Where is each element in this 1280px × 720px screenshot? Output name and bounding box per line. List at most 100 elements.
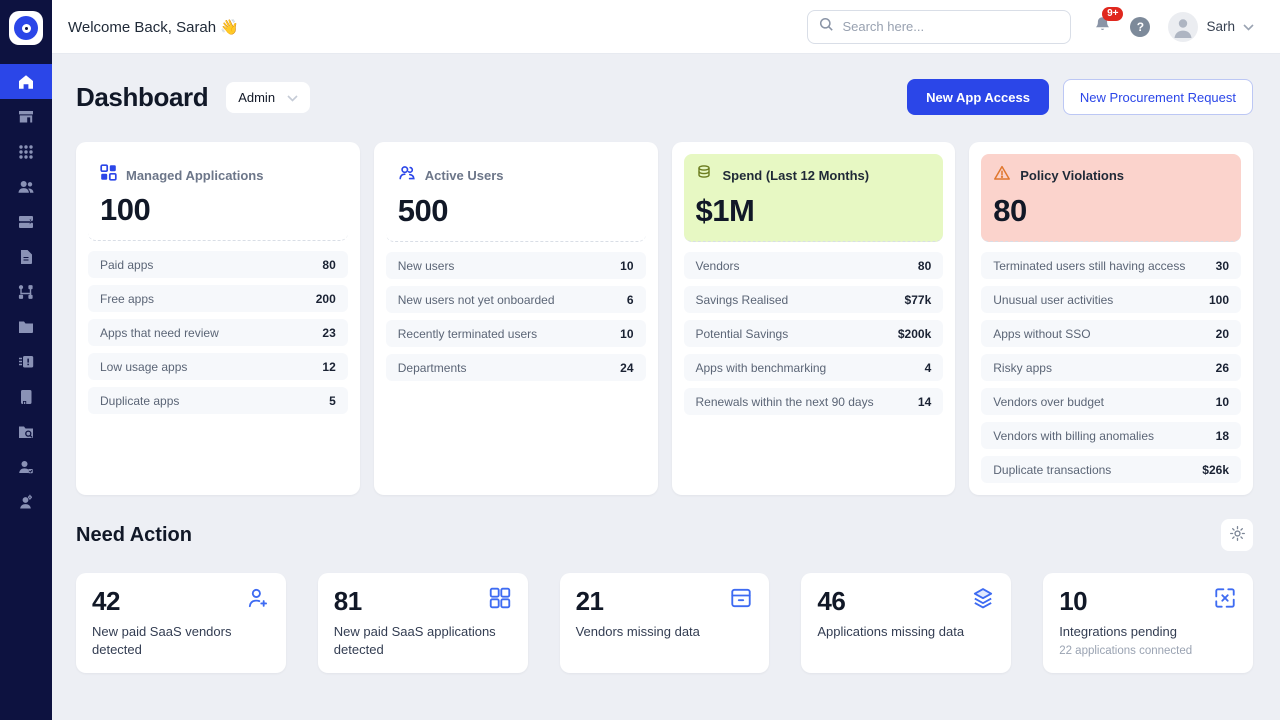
bell-icon — [1093, 21, 1112, 38]
stat-card-spend: Spend (Last 12 Months) $1M Vendors80 Sav… — [672, 142, 956, 495]
stat-row: Renewals within the next 90 days14 — [684, 388, 944, 415]
stat-row: Vendors over budget10 — [981, 388, 1241, 415]
stat-row: Vendors with billing anomalies18 — [981, 422, 1241, 449]
user-settings-icon — [17, 493, 35, 511]
topbar: Welcome Back, Sarah 👋 9+ ? Sarh — [52, 0, 1280, 54]
action-card-vendors-missing-data[interactable]: 21 Vendors missing data — [560, 573, 770, 673]
brand-logo[interactable] — [0, 0, 52, 56]
sidebar-item-apps[interactable] — [0, 134, 52, 169]
need-action-section: Need Action 42 New paid SaaS vendors det… — [76, 519, 1253, 673]
page-title: Dashboard — [76, 82, 208, 113]
search-box[interactable] — [807, 10, 1071, 44]
sidebar-item-audit[interactable] — [0, 414, 52, 449]
stat-row: Apps that need review23 — [88, 319, 348, 346]
action-card-label: New paid SaaS applications detected — [334, 623, 512, 660]
notification-badge: 9+ — [1102, 7, 1123, 21]
devices-icon — [17, 213, 35, 231]
workflow-icon — [17, 283, 35, 301]
action-card-label: Integrations pending — [1059, 623, 1237, 641]
notifications-button[interactable]: 9+ — [1093, 15, 1112, 39]
apps-grid-icon — [17, 143, 35, 161]
chevron-down-icon — [1243, 18, 1254, 36]
action-card-label: Vendors missing data — [576, 623, 754, 641]
user-menu[interactable]: Sarh — [1168, 12, 1254, 42]
sidebar-item-admin[interactable] — [0, 484, 52, 519]
stat-row: Unusual user activities100 — [981, 286, 1241, 313]
stat-row: Apps with benchmarking4 — [684, 354, 944, 381]
sidebar-nav — [0, 64, 52, 519]
action-card-value: 10 — [1059, 586, 1087, 617]
stat-card-title: Active Users — [425, 168, 504, 183]
action-card-new-vendors[interactable]: 42 New paid SaaS vendors detected — [76, 573, 286, 673]
layers-icon — [971, 586, 995, 615]
stat-row: Vendors80 — [684, 252, 944, 279]
coins-icon — [696, 164, 714, 187]
role-selector-value: Admin — [238, 90, 275, 105]
sidebar — [0, 0, 52, 720]
sidebar-item-contracts[interactable] — [0, 379, 52, 414]
search-input[interactable] — [842, 19, 1059, 34]
stat-row: New users10 — [386, 252, 646, 279]
action-card-value: 21 — [576, 586, 604, 617]
sidebar-item-access[interactable] — [0, 449, 52, 484]
help-button[interactable]: ? — [1130, 17, 1150, 37]
action-card-sublabel: 22 applications connected — [1059, 645, 1237, 657]
contracts-icon — [17, 388, 35, 406]
new-app-access-button[interactable]: New App Access — [907, 79, 1049, 115]
integrations-icon — [1213, 586, 1237, 615]
stat-card-title: Policy Violations — [1020, 168, 1124, 183]
stat-card-value: 500 — [398, 193, 634, 229]
avatar — [1168, 12, 1198, 42]
folder-icon — [17, 318, 35, 336]
sidebar-item-licenses[interactable] — [0, 344, 52, 379]
stat-row: Low usage apps12 — [88, 353, 348, 380]
stat-row: Savings Realised$77k — [684, 286, 944, 313]
role-selector[interactable]: Admin — [226, 82, 310, 113]
need-action-grid: 42 New paid SaaS vendors detected 81 New… — [76, 573, 1253, 673]
sidebar-item-devices[interactable] — [0, 204, 52, 239]
stat-row: Potential Savings$200k — [684, 320, 944, 347]
action-card-label: Applications missing data — [817, 623, 995, 641]
archive-box-icon — [729, 586, 753, 615]
stat-row: Risky apps26 — [981, 354, 1241, 381]
home-icon — [17, 73, 35, 91]
user-add-icon — [246, 586, 270, 615]
stat-row: Recently terminated users10 — [386, 320, 646, 347]
stat-card-value: 100 — [100, 192, 336, 228]
grid-icon — [488, 586, 512, 615]
stat-card-active-users: Active Users 500 New users10 New users n… — [374, 142, 658, 495]
stat-row: Terminated users still having access30 — [981, 252, 1241, 279]
user-name: Sarh — [1206, 19, 1235, 34]
action-card-applications-missing-data[interactable]: 46 Applications missing data — [801, 573, 1011, 673]
warning-icon — [993, 164, 1011, 187]
user-badge-icon — [17, 458, 35, 476]
stat-card-policy-violations: Policy Violations 80 Terminated users st… — [969, 142, 1253, 495]
sidebar-item-users[interactable] — [0, 169, 52, 204]
welcome-text: Welcome Back, Sarah 👋 — [68, 18, 239, 36]
action-card-value: 46 — [817, 586, 845, 617]
grid-icon — [100, 164, 117, 186]
stat-row: Paid apps80 — [88, 251, 348, 278]
active-users-icon — [398, 164, 416, 187]
sidebar-item-documents[interactable] — [0, 239, 52, 274]
sidebar-item-store[interactable] — [0, 99, 52, 134]
action-card-new-applications[interactable]: 81 New paid SaaS applications detected — [318, 573, 528, 673]
stat-row: Departments24 — [386, 354, 646, 381]
stat-card-title: Managed Applications — [126, 168, 263, 183]
sidebar-item-directory[interactable] — [0, 309, 52, 344]
action-card-label: New paid SaaS vendors detected — [92, 623, 270, 660]
action-card-value: 42 — [92, 586, 120, 617]
stat-card-managed-applications: Managed Applications 100 Paid apps80 Fre… — [76, 142, 360, 495]
stats-grid: Managed Applications 100 Paid apps80 Fre… — [76, 142, 1253, 495]
stat-card-value: 80 — [993, 193, 1229, 229]
new-procurement-request-button[interactable]: New Procurement Request — [1063, 79, 1253, 115]
folder-search-icon — [17, 423, 35, 441]
users-icon — [17, 178, 35, 196]
action-card-integrations-pending[interactable]: 10 Integrations pending 22 applications … — [1043, 573, 1253, 673]
need-action-settings-button[interactable] — [1221, 519, 1253, 551]
stat-row: Apps without SSO20 — [981, 320, 1241, 347]
sidebar-item-home[interactable] — [0, 64, 52, 99]
chevron-down-icon — [287, 90, 298, 105]
need-action-title: Need Action — [76, 524, 192, 547]
sidebar-item-workflows[interactable] — [0, 274, 52, 309]
